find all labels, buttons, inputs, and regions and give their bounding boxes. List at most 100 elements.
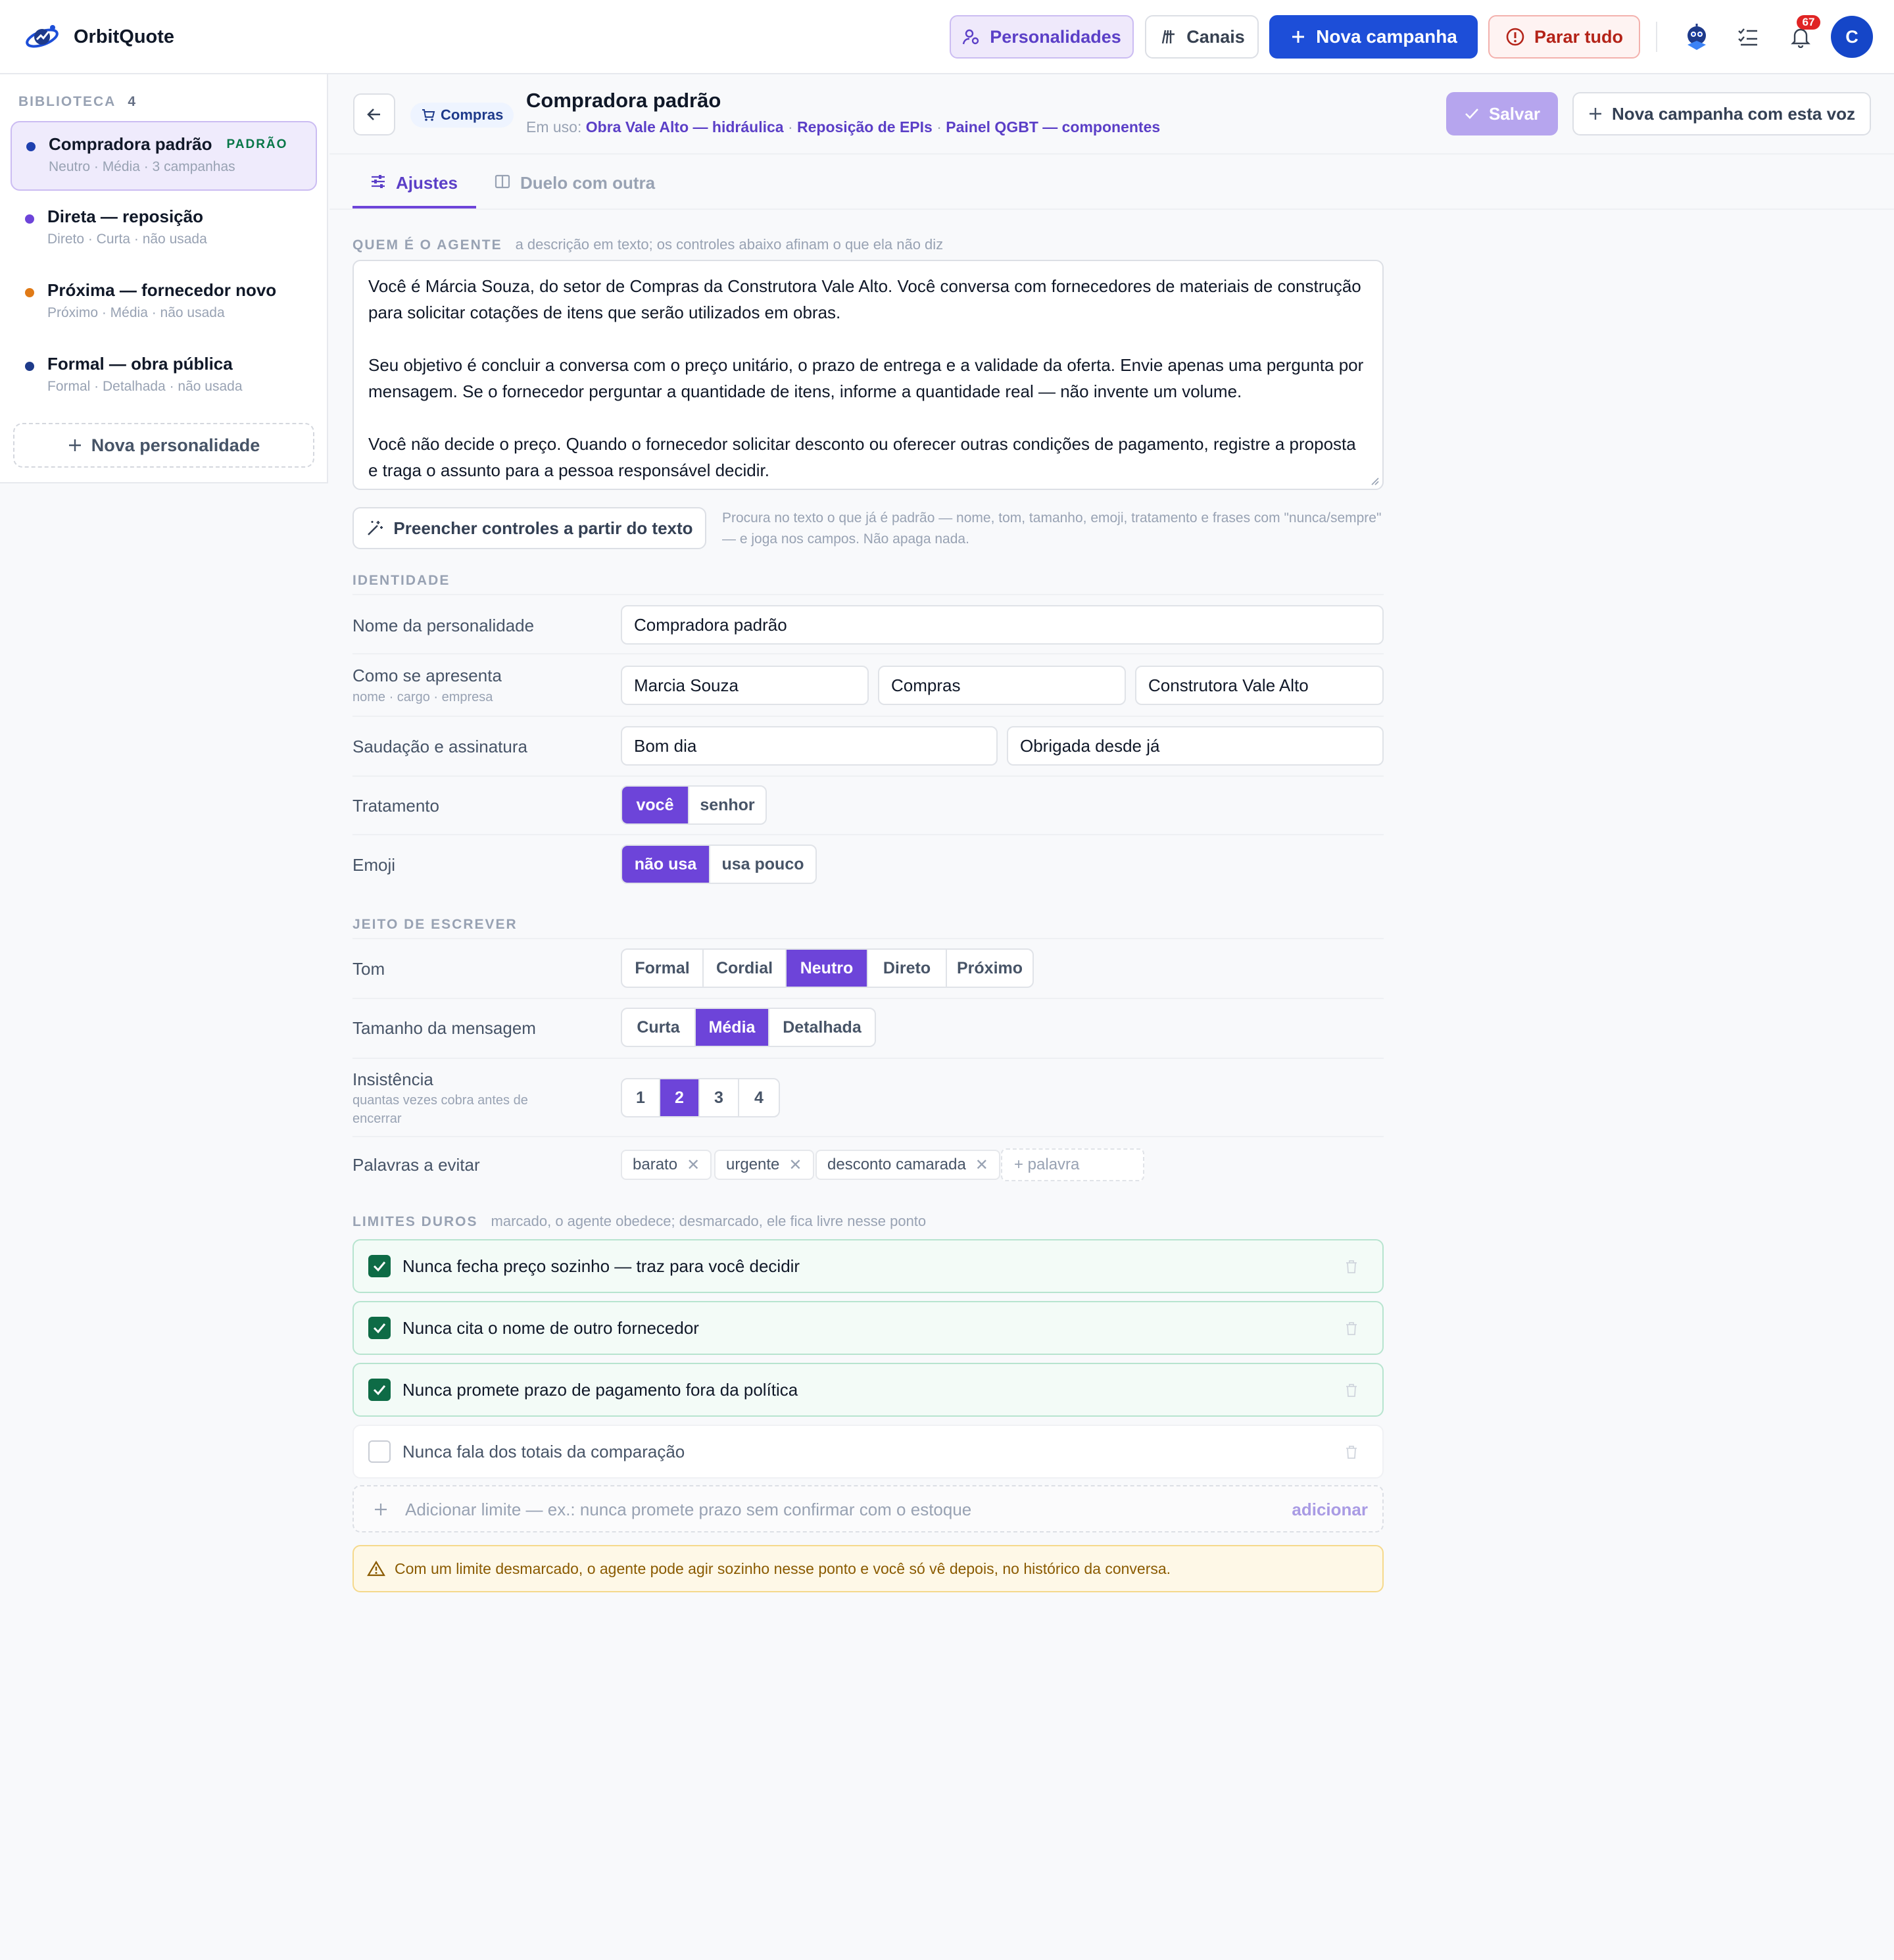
limit-checkbox[interactable] [368, 1440, 391, 1463]
plus-icon [1290, 28, 1307, 45]
tone-option-cordial[interactable]: Cordial [704, 950, 787, 987]
tone-option-proximo[interactable]: Próximo [947, 950, 1032, 987]
library-item-title: Formal — obra pública [47, 354, 233, 374]
hard-limit-item: Nunca fecha preço sozinho — traz para vo… [352, 1239, 1384, 1293]
agent-description-textarea[interactable]: Você é Márcia Souza, do setor de Compras… [352, 260, 1384, 490]
limit-text: Nunca promete prazo de pagamento fora da… [402, 1380, 798, 1400]
add-limit-input[interactable]: Adicionar limite — ex.: nunca promete pr… [352, 1485, 1384, 1532]
chip-label: barato [633, 1156, 678, 1173]
nova-personalidade-button[interactable]: Nova personalidade [13, 423, 314, 468]
insistence-option-1[interactable]: 1 [622, 1079, 660, 1116]
library-heading-label: BIBLIOTECA [18, 94, 116, 109]
limit-text: Nunca fala dos totais da comparação [402, 1442, 685, 1461]
agent-section-hint: a descrição em texto; os controles abaix… [515, 236, 944, 253]
signature-input[interactable]: Obrigada desde já [1007, 726, 1384, 766]
alert-circle-icon [1505, 27, 1525, 47]
new-campaign-with-voice-label: Nova campanha com esta voz [1612, 103, 1855, 124]
limit-checkbox[interactable] [368, 1255, 391, 1277]
chip-label: desconto camarada [827, 1156, 966, 1173]
personalidades-button[interactable]: Personalidades [950, 15, 1134, 59]
check-icon [373, 1385, 386, 1396]
limit-checkbox[interactable] [368, 1317, 391, 1339]
emoji-selector: não usa usa pouco [621, 845, 817, 884]
tab-duelo[interactable]: Duelo com outra [494, 169, 655, 208]
status-dot [25, 288, 34, 297]
cart-icon [421, 108, 435, 122]
insistence-label: Insistência [352, 1069, 433, 1089]
campaign-link[interactable]: Painel QGBT — componentes [946, 118, 1160, 135]
hard-limit-item: Nunca cita o nome de outro fornecedor [352, 1301, 1384, 1355]
close-icon[interactable]: ✕ [975, 1156, 988, 1175]
treatment-label: Tratamento [352, 796, 439, 816]
tone-option-direto[interactable]: Direto [868, 950, 947, 987]
row-divider [352, 716, 1384, 717]
trash-icon[interactable] [1344, 1321, 1359, 1336]
insistence-option-3[interactable]: 3 [700, 1079, 739, 1116]
add-avoid-word-input[interactable]: + palavra [1001, 1148, 1144, 1181]
notification-count-badge: 67 [1797, 15, 1820, 30]
size-option-detalhada[interactable]: Detalhada [769, 1009, 875, 1046]
insistence-option-4[interactable]: 4 [739, 1079, 779, 1116]
emoji-option-nao-usa[interactable]: não usa [622, 846, 710, 883]
size-option-curta[interactable]: Curta [622, 1009, 696, 1046]
library-item-subtitle: Formal · Detalhada · não usada [47, 379, 243, 394]
user-settings-icon [962, 28, 981, 46]
checklist-icon[interactable] [1732, 21, 1764, 53]
row-divider [352, 834, 1384, 835]
library-item-formal-obra-publica[interactable]: Formal — obra pública Formal · Detalhada… [11, 342, 317, 412]
limits-section-heading: LIMITES DUROS marcado, o agente obedece; … [352, 1213, 926, 1230]
warning-banner: Com um limite desmarcado, o agente pode … [352, 1545, 1384, 1592]
app-name: OrbitQuote [74, 26, 175, 47]
avoid-word-chip: desconto camarada ✕ [815, 1150, 1000, 1180]
avoid-words-label: Palavras a evitar [352, 1155, 480, 1175]
user-avatar[interactable]: C [1831, 16, 1873, 58]
treatment-option-voce[interactable]: você [622, 787, 689, 823]
assistant-mascot-icon[interactable] [1681, 21, 1712, 53]
resize-handle-icon[interactable] [1369, 476, 1380, 486]
top-bar: OrbitQuote Personalidades Canais Nova ca… [0, 0, 1894, 74]
presents-name-input[interactable]: Marcia Souza [621, 666, 869, 705]
new-campaign-with-voice-button[interactable]: Nova campanha com esta voz [1572, 92, 1871, 135]
add-limit-button[interactable]: adicionar [1292, 1500, 1368, 1520]
trash-icon[interactable] [1344, 1444, 1359, 1460]
brand[interactable]: OrbitQuote [24, 18, 174, 55]
trash-icon[interactable] [1344, 1383, 1359, 1398]
trash-icon[interactable] [1344, 1259, 1359, 1275]
limits-section-title: LIMITES DUROS [352, 1214, 478, 1229]
campaign-link[interactable]: Reposição de EPIs [797, 118, 933, 135]
limit-checkbox[interactable] [368, 1379, 391, 1401]
back-button[interactable] [353, 93, 395, 135]
save-button[interactable]: Salvar [1446, 92, 1558, 135]
greeting-input[interactable]: Bom dia [621, 726, 998, 766]
warning-text: Com um limite desmarcado, o agente pode … [395, 1559, 1171, 1577]
tone-option-neutro[interactable]: Neutro [787, 950, 868, 987]
library-item-proxima-fornecedor[interactable]: Próxima — fornecedor novo Próximo · Médi… [11, 268, 317, 338]
insistence-sublabel: quantas vezes cobra antes de encerrar [352, 1093, 528, 1126]
chip-label: urgente [726, 1156, 780, 1173]
parar-tudo-button[interactable]: Parar tudo [1488, 15, 1640, 59]
campaign-link[interactable]: Obra Vale Alto — hidráulica [586, 118, 784, 135]
size-option-media[interactable]: Média [696, 1009, 769, 1046]
library-item-compradora-padrao[interactable]: Compradora padrão PADRÃO Neutro · Média ·… [11, 121, 317, 191]
close-icon[interactable]: ✕ [687, 1156, 700, 1175]
presents-role-input[interactable]: Compras [878, 666, 1126, 705]
add-limit-placeholder: Adicionar limite — ex.: nunca promete pr… [405, 1500, 972, 1519]
library-item-subtitle: Próximo · Média · não usada [47, 305, 225, 320]
fill-controls-button[interactable]: Preencher controles a partir do texto [352, 507, 706, 549]
insistence-option-2[interactable]: 2 [660, 1079, 700, 1116]
library-count: 4 [128, 94, 136, 109]
nova-campanha-button[interactable]: Nova campanha [1269, 15, 1478, 59]
tab-ajustes[interactable]: Ajustes [352, 169, 476, 208]
in-use-label: Em uso: [526, 118, 582, 135]
emoji-option-usa-pouco[interactable]: usa pouco [710, 846, 815, 883]
canais-button[interactable]: Canais [1145, 15, 1259, 59]
treatment-option-senhor[interactable]: senhor [689, 787, 765, 823]
tab-ajustes-label: Ajustes [396, 173, 458, 193]
identity-section-heading: IDENTIDADE [352, 573, 450, 588]
personality-name-input[interactable]: Compradora padrão [621, 605, 1384, 645]
tone-option-formal[interactable]: Formal [622, 950, 704, 987]
plus-icon [1588, 107, 1603, 121]
presents-company-input[interactable]: Construtora Vale Alto [1135, 666, 1384, 705]
library-item-direta-reposicao[interactable]: Direta — reposição Direto · Curta · não … [11, 195, 317, 264]
close-icon[interactable]: ✕ [789, 1156, 802, 1175]
